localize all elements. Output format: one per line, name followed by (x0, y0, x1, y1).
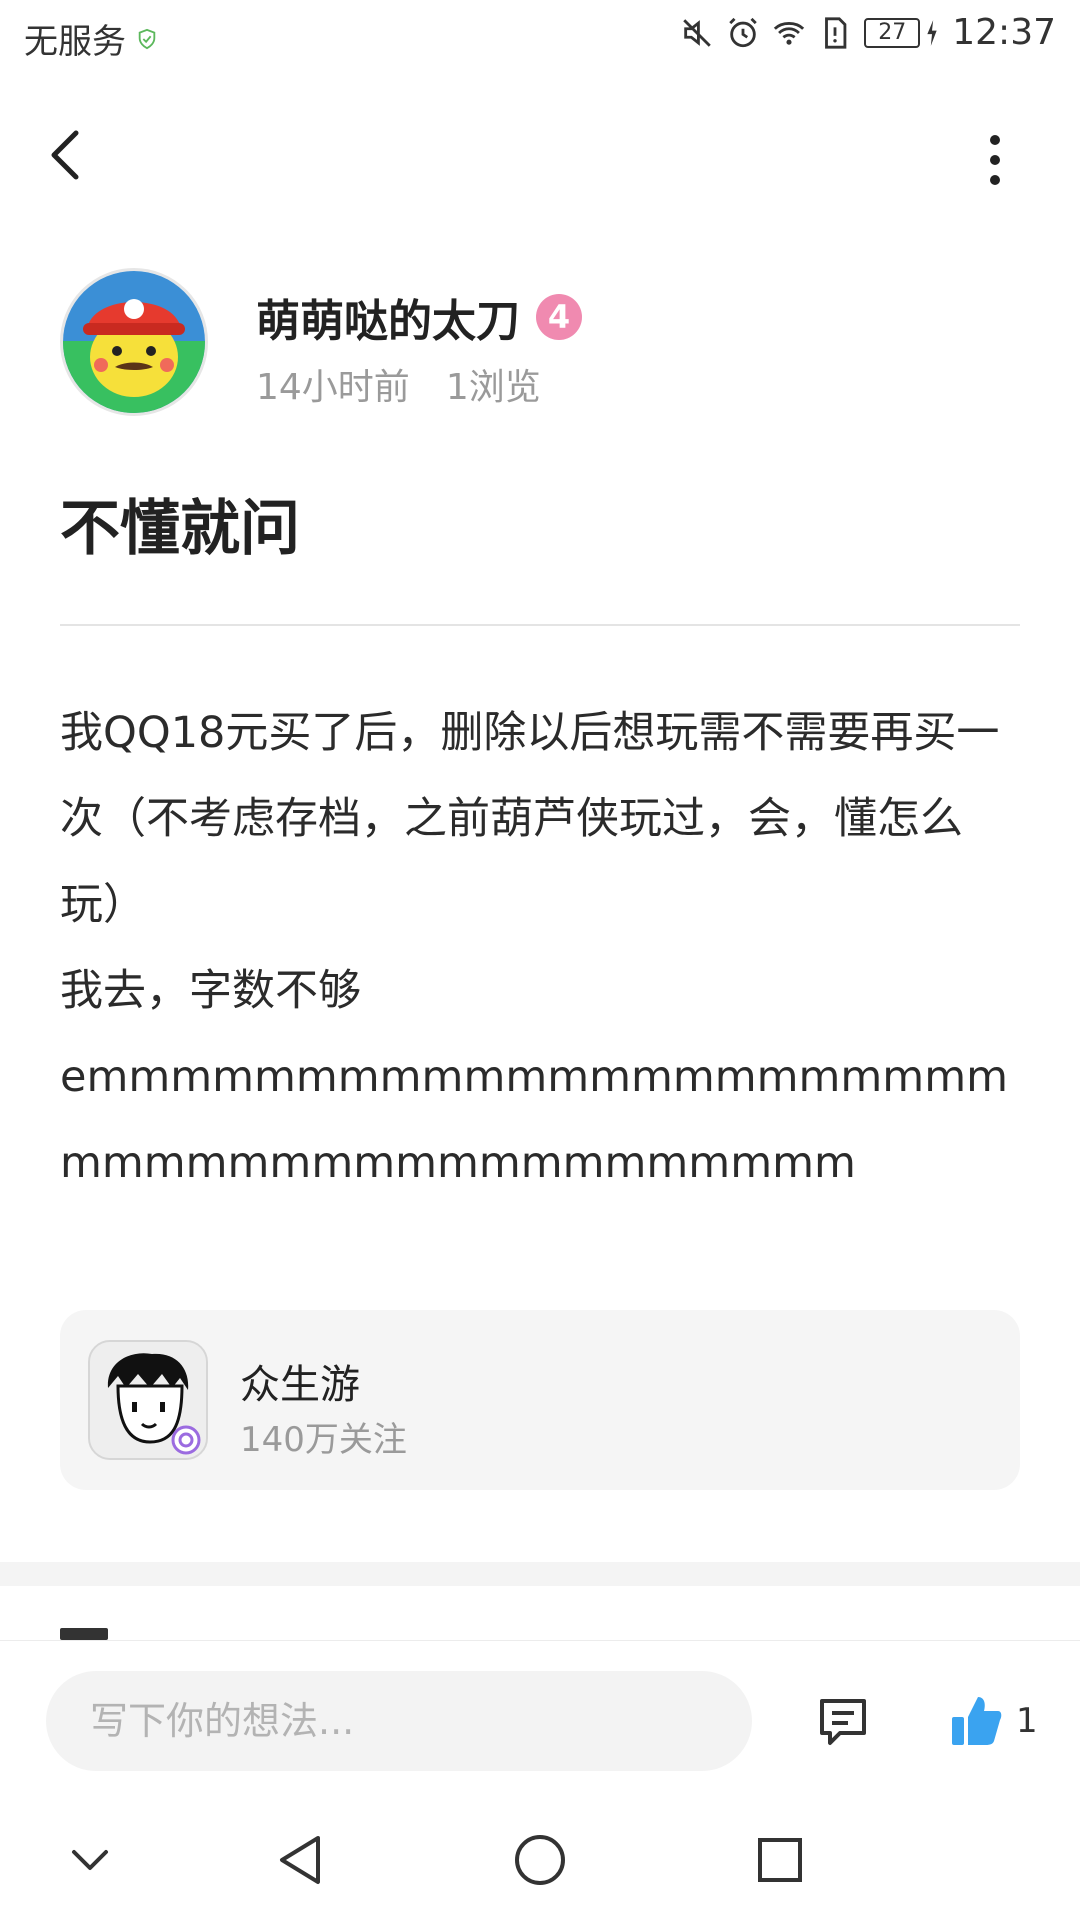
author-name-row: 萌萌哒的太刀 4 (256, 285, 582, 349)
status-bar-right: 27 12:37 (680, 12, 1056, 53)
chevron-left-icon (51, 130, 79, 180)
post-meta: 14小时前 1浏览 (256, 358, 541, 410)
more-options-button[interactable] (975, 130, 1015, 190)
post-body: 我QQ18元买了后，删除以后想玩需不需要再买一次（不考虑存档，之前葫芦侠玩过，会… (60, 708, 1008, 1188)
comment-bar: 1 (0, 1640, 1080, 1801)
status-bar-left: 无服务 (24, 14, 158, 63)
nav-collapse-button[interactable] (62, 1832, 118, 1888)
more-vertical-icon (990, 135, 1000, 185)
thumbs-up-icon (952, 1697, 1002, 1745)
view-count: 1浏览 (445, 367, 541, 408)
game-icon-image (90, 1342, 206, 1458)
like-button[interactable]: 1 (950, 1693, 1038, 1749)
author-avatar[interactable] (60, 268, 208, 416)
game-followers: 140万关注 (240, 1420, 407, 1460)
battery-indicator: 27 (864, 17, 940, 48)
game-name: 众生游 (240, 1362, 360, 1408)
level-badge: 4 (536, 294, 582, 340)
circle-home-icon (515, 1835, 565, 1885)
battery-level: 27 (878, 20, 907, 45)
nav-home-button[interactable] (512, 1832, 568, 1888)
system-nav-bar (0, 1800, 1080, 1920)
charging-icon (927, 19, 937, 46)
nav-recents-button[interactable] (752, 1832, 808, 1888)
section-separator (0, 1562, 1080, 1586)
nav-back-button[interactable] (272, 1832, 328, 1888)
battery-icon: 27 (864, 17, 921, 48)
comment-button[interactable] (814, 1693, 874, 1753)
like-count: 1 (1016, 1701, 1038, 1741)
game-card[interactable]: 众生游 140万关注 (60, 1310, 1020, 1490)
level-number: 4 (547, 298, 571, 336)
comment-input[interactable] (46, 1671, 752, 1771)
post-time: 14小时前 (256, 367, 410, 408)
wifi-icon (774, 21, 805, 45)
triangle-back-icon (280, 1836, 320, 1884)
carrier-label: 无服务 (24, 22, 126, 62)
comment-icon (820, 1699, 866, 1745)
square-recents-icon (758, 1838, 802, 1882)
avatar-image (63, 271, 205, 413)
post-title: 不懂就问 (60, 494, 300, 564)
sim-alert-icon (825, 16, 847, 49)
status-bar: 无服务 27 12:37 (0, 0, 1080, 76)
divider (60, 624, 1020, 626)
mute-icon (683, 18, 712, 47)
alarm-icon (729, 17, 758, 47)
clock: 12:37 (952, 12, 1056, 53)
back-button[interactable] (40, 125, 90, 185)
author-name[interactable]: 萌萌哒的太刀 (256, 285, 520, 349)
shield-check-icon (138, 28, 156, 49)
next-section-peek (60, 1628, 120, 1640)
chevron-down-icon (72, 1850, 108, 1870)
game-icon (88, 1340, 208, 1460)
